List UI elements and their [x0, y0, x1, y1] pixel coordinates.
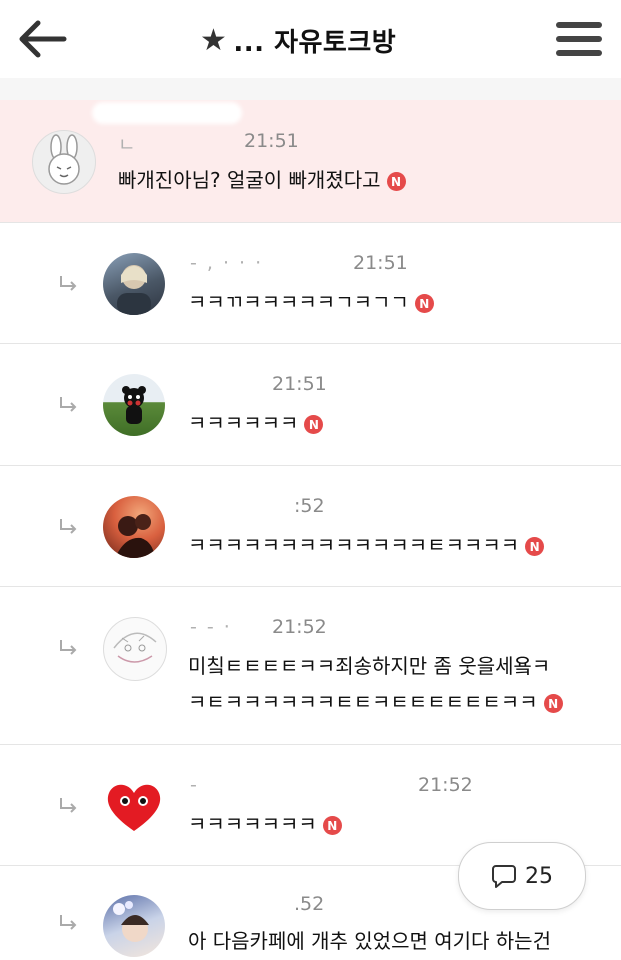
comment-text: ㅋㅋㅋㅋㅋㅋㅋ N	[188, 806, 342, 842]
comment-meta: - 21:52	[190, 774, 473, 796]
reply-arrow-icon	[60, 798, 77, 813]
red-heart-avatar	[107, 784, 161, 831]
reply-arrow-icon	[60, 397, 77, 412]
comment-time: 21:52	[418, 774, 473, 796]
sketch-avatar	[113, 632, 157, 663]
comment-body: ㅋㅋㅋㅋㅋㅋㅋ	[188, 812, 317, 836]
blurred-nickname	[92, 102, 242, 124]
comment-time: .52	[294, 893, 325, 915]
comment-time: 21:52	[272, 616, 327, 638]
comment-row[interactable]: ㄴ 21:51 빠개진아님? 얼굴이 빠개졌다고 N	[0, 100, 621, 223]
reply-arrow-icon	[60, 519, 77, 534]
profile-photo	[117, 265, 151, 315]
avatar[interactable]	[103, 775, 165, 837]
comment-body: 아 다음카페에 개추 있었으면 여기다 하는건	[188, 929, 551, 953]
menu-button[interactable]	[552, 14, 606, 64]
comment-body: 빠개진아님? 얼굴이 빠개졌다고	[118, 168, 381, 192]
new-badge-icon: N	[543, 694, 563, 713]
page-title-text: ... 자유토크방	[233, 27, 397, 58]
page-title: ★ ... 자유토크방	[200, 20, 460, 60]
comment-text: 빠개진아님? 얼굴이 빠개졌다고 N	[118, 162, 406, 198]
comment-meta: - - · 21:52	[190, 616, 327, 638]
comment-body: ㅋㅋㅋㅋㅋㅋ	[188, 411, 299, 435]
comment-text: 아 다음카페에 개추 있었으면 여기다 하는건	[188, 923, 551, 959]
reply-arrow-icon	[60, 640, 77, 655]
comment-row[interactable]: - , · · · 21:51 ㅋㅋㄲㅋㅋㅋㅋㅋㄱㅋㄱㄱ N	[0, 222, 621, 344]
profile-photo	[115, 514, 155, 558]
comment-time: 21:51	[244, 130, 299, 152]
arrow-left-icon	[19, 20, 67, 58]
comment-row[interactable]: - - · 21:52 미칰ㅌㅌㅌㅌㅋㅋ죄송하지만 좀 웃을세욬ㅋ ㅋㅌㅋㅋㅋㅋ…	[0, 586, 621, 745]
comment-text: ㅋㅋㅋㅋㅋㅋ N	[188, 405, 324, 441]
comment-author: -	[190, 774, 199, 796]
comment-text: ㅋㅋㅋㅋㅋㅋㅋㅋㅋㅋㅋㅋㅋㅌㅋㅋㅋㅋ N	[188, 527, 545, 563]
reply-arrow-icon	[60, 915, 77, 930]
new-badge-icon: N	[386, 172, 406, 191]
comment-time: :52	[294, 495, 325, 517]
comment-author: ㄴ	[118, 134, 138, 156]
comment-count-button[interactable]: 25	[458, 842, 586, 910]
avatar[interactable]	[103, 496, 165, 558]
comment-text: 미칰ㅌㅌㅌㅌㅋㅋ죄송하지만 좀 웃을세욬ㅋ	[188, 648, 550, 684]
comment-body: ㅋㅋㄲㅋㅋㅋㅋㅋㄱㅋㄱㄱ	[188, 290, 409, 314]
comment-author: - , · · ·	[190, 252, 264, 274]
comment-time: 21:51	[353, 252, 408, 274]
bunny-avatar-icon	[48, 134, 80, 185]
comment-count: 25	[525, 863, 553, 889]
comment-meta: ㄴ 21:51	[118, 130, 299, 157]
avatar[interactable]	[103, 617, 167, 681]
comment-text-line-2: ㅋㅌㅋㅋㅋㅋㅋㅋㅌㅌㅋㅌㅌㅌㅌㅌㅌㅋㅋ N	[188, 684, 563, 720]
hamburger-menu-icon	[556, 22, 602, 56]
comment-row[interactable]: 21:51 ㅋㅋㅋㅋㅋㅋ N	[0, 343, 621, 466]
header-divider	[0, 78, 621, 100]
comment-body: ㅋㅌㅋㅋㅋㅋㅋㅋㅌㅌㅋㅌㅌㅌㅌㅌㅌㅋㅋ	[188, 690, 538, 714]
new-badge-icon: N	[304, 415, 324, 434]
top-bar: ★ ... 자유토크방	[0, 0, 621, 79]
comment-row[interactable]: :52 ㅋㅋㅋㅋㅋㅋㅋㅋㅋㅋㅋㅋㅋㅌㅋㅋㅋㅋ N	[0, 465, 621, 587]
comment-text: ㅋㅋㄲㅋㅋㅋㅋㅋㄱㅋㄱㄱ N	[188, 284, 434, 320]
new-badge-icon: N	[525, 537, 545, 556]
new-badge-icon: N	[322, 816, 342, 835]
profile-photo	[113, 901, 149, 942]
back-button[interactable]	[14, 14, 70, 64]
avatar[interactable]	[103, 253, 165, 315]
avatar[interactable]	[103, 895, 165, 957]
comment-body: 미칰ㅌㅌㅌㅌㅋㅋ죄송하지만 좀 웃을세욬ㅋ	[188, 654, 551, 678]
comment-body: ㅋㅋㅋㅋㅋㅋㅋㅋㅋㅋㅋㅋㅋㅌㅋㅋㅋㅋ	[188, 533, 520, 557]
avatar[interactable]	[103, 374, 165, 436]
comment-meta: - , · · · 21:51	[190, 252, 408, 274]
comment-author: - - ·	[190, 616, 232, 638]
comment-time: 21:51	[272, 373, 327, 395]
reply-arrow-icon	[60, 276, 77, 291]
speech-bubble-icon	[492, 865, 516, 888]
avatar[interactable]	[32, 130, 96, 194]
new-badge-icon: N	[414, 294, 434, 313]
star-icon: ★	[200, 22, 228, 58]
bear-mascot-photo	[122, 386, 146, 424]
